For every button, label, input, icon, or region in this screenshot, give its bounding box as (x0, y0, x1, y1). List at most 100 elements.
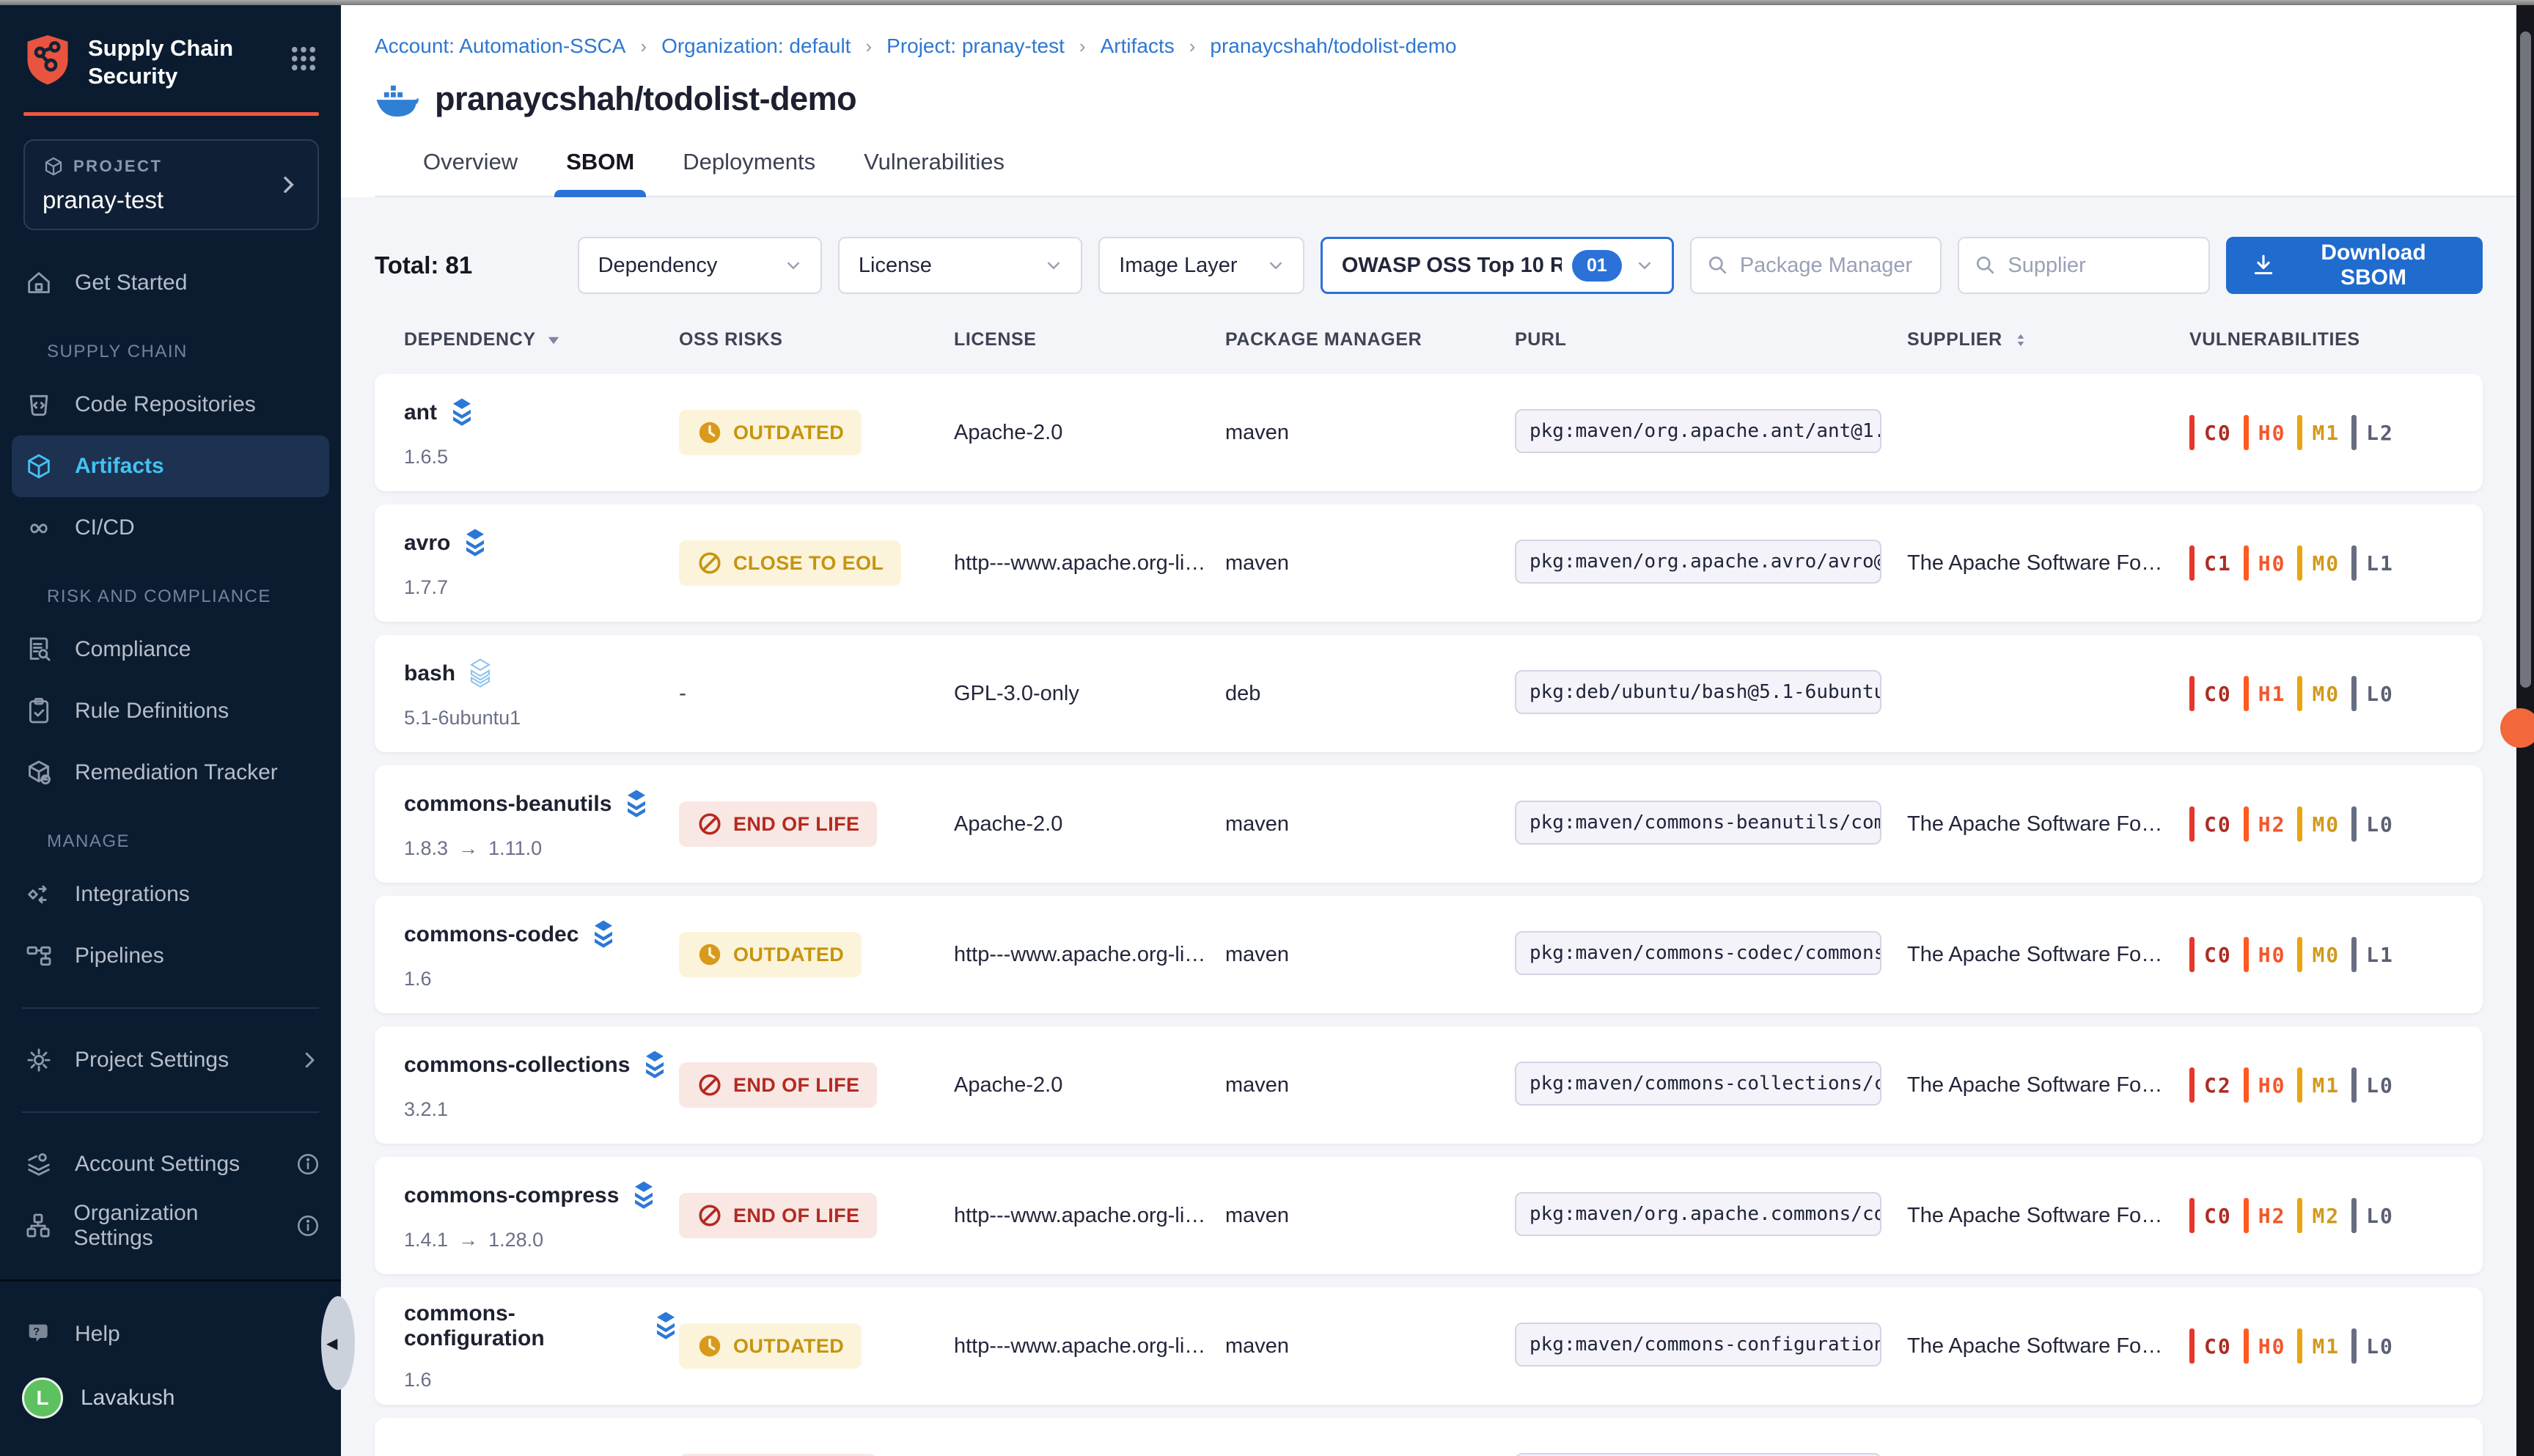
dependency-filter-select[interactable]: Dependency (578, 237, 822, 294)
table-row-commons-configuration[interactable]: commons-configuration1.6OUTDATEDhttp---w… (375, 1287, 2483, 1405)
total-count: Total: 81 (375, 251, 578, 279)
vulnerability-counts: C0H0M1L0 (2189, 1328, 2453, 1364)
cicd-icon (22, 513, 56, 543)
table-row-commons-fileupload[interactable]: commons-fileuploadEND OF LIFEApache-2.0m… (375, 1418, 2483, 1456)
image-layer-filter-select[interactable]: Image Layer (1098, 237, 1304, 294)
table-row-avro[interactable]: avro1.7.7CLOSE TO EOLhttp---www.apache.o… (375, 504, 2483, 622)
oss-risk-cell: OUTDATED (679, 932, 954, 977)
sidebar-item-label: Artifacts (75, 454, 164, 479)
dependency-name[interactable]: commons-beanutils (404, 792, 612, 817)
severity-label: M1 (2312, 421, 2340, 445)
version-upgrade-arrow-icon: → (458, 1229, 478, 1251)
oss-risk-label: OUTDATED (733, 1335, 844, 1358)
package-manager: maven (1225, 1073, 1515, 1097)
sidebar-collapse-handle[interactable]: ◀ (321, 1296, 355, 1390)
oss-risk-label: OUTDATED (733, 422, 844, 444)
search-icon (1706, 254, 1730, 277)
package-manager-search-input[interactable] (1740, 254, 1926, 278)
breadcrumb-current[interactable]: pranaycshah/todolist-demo (1210, 34, 1456, 58)
sidebar-item-label: Rule Definitions (75, 699, 229, 724)
tab-overview[interactable]: Overview (423, 149, 518, 196)
severity-bar (2351, 676, 2357, 711)
dependency-name[interactable]: commons-configuration (404, 1301, 641, 1351)
breadcrumb-separator: › (1189, 35, 1196, 58)
purl-chip[interactable]: pkg:maven/org.apache.commons/com… (1515, 1192, 1881, 1236)
severity-bar (2297, 545, 2302, 581)
breadcrumb-project[interactable]: Project: pranay-test (886, 34, 1065, 58)
purl-chip[interactable]: pkg:maven/commons-fileupload/comm… (1515, 1453, 1881, 1456)
module-grid-icon[interactable] (288, 33, 319, 74)
supplier-search-input[interactable] (2008, 254, 2194, 278)
dependency-name[interactable]: commons-codec (404, 922, 579, 947)
severity-l-count: L0 (2351, 1067, 2406, 1103)
project-selector[interactable]: PROJECT pranay-test (23, 139, 319, 230)
sidebar-item-account-settings[interactable]: Account Settings (0, 1133, 341, 1195)
severity-bar (2244, 676, 2249, 711)
table-row-bash[interactable]: bash5.1-6ubuntu1-GPL-3.0-onlydebpkg:deb/… (375, 635, 2483, 752)
dependency-name[interactable]: ant (404, 400, 437, 425)
license-filter-select[interactable]: License (838, 237, 1082, 294)
column-supplier[interactable]: SUPPLIER (1907, 329, 2189, 350)
purl-chip[interactable]: pkg:maven/commons-collections/co… (1515, 1062, 1881, 1106)
sidebar-item-artifacts[interactable]: Artifacts (12, 435, 329, 497)
ban-circle-icon (697, 1072, 723, 1098)
purl-chip[interactable]: pkg:maven/commons-configuration/… (1515, 1323, 1881, 1367)
sidebar-item-get-started[interactable]: Get Started (0, 252, 341, 314)
user-menu[interactable]: L Lavakush (0, 1365, 341, 1431)
table-row-commons-codec[interactable]: commons-codec1.6OUTDATEDhttp---www.apach… (375, 896, 2483, 1013)
download-sbom-button[interactable]: Download SBOM (2226, 237, 2483, 294)
sidebar-item-project-settings[interactable]: Project Settings (0, 1029, 341, 1091)
purl-cell: pkg:deb/ubuntu/bash@5.1-6ubuntu1 (1515, 670, 1907, 718)
severity-label: H0 (2258, 551, 2286, 576)
compliance-icon (22, 635, 56, 664)
severity-bar (2351, 806, 2357, 842)
oss-risk-cell: END OF LIFE (679, 1062, 954, 1108)
sidebar-item-compliance[interactable]: Compliance (0, 619, 341, 680)
sidebar-item-code-repositories[interactable]: Code Repositories (0, 374, 341, 435)
sidebar-item-help[interactable]: ? Help (0, 1304, 341, 1365)
scrollbar-thumb[interactable] (2520, 32, 2531, 688)
purl-chip[interactable]: pkg:maven/org.apache.avro/avro@1… (1515, 540, 1881, 584)
dependency-name[interactable]: bash (404, 661, 455, 686)
breadcrumb-separator: › (640, 35, 647, 58)
layers-icon (642, 1050, 668, 1081)
tab-sbom[interactable]: SBOM (566, 149, 634, 196)
table-row-commons-beanutils[interactable]: commons-beanutils1.8.3→1.11.0END OF LIFE… (375, 765, 2483, 883)
severity-label: M0 (2312, 812, 2340, 837)
sidebar-item-label: Integrations (75, 882, 190, 907)
sidebar-item-label: Code Repositories (75, 392, 256, 417)
info-icon[interactable] (295, 1152, 320, 1177)
table-row-commons-compress[interactable]: commons-compress1.4.1→1.28.0END OF LIFEh… (375, 1157, 2483, 1274)
sidebar-item-organization-settings[interactable]: Organization Settings (0, 1195, 341, 1257)
dependency-cell: bash5.1-6ubuntu1 (404, 658, 679, 729)
purl-chip[interactable]: pkg:maven/commons-codec/commons-… (1515, 931, 1881, 975)
sidebar-item-pipelines[interactable]: Pipelines (0, 925, 341, 987)
vulnerability-counts: C0H1M0L0 (2189, 676, 2453, 711)
purl-chip[interactable]: pkg:maven/commons-beanutils/comm… (1515, 801, 1881, 845)
severity-c-count: C0 (2189, 415, 2244, 450)
dependency-name[interactable]: avro (404, 531, 450, 556)
breadcrumb-account[interactable]: Account: Automation-SSCA (375, 34, 625, 58)
breadcrumb-organization[interactable]: Organization: default (661, 34, 851, 58)
sidebar-item-rule-definitions[interactable]: Rule Definitions (0, 680, 341, 742)
owasp-risks-filter-select[interactable]: OWASP OSS Top 10 Risks 01 (1321, 237, 1674, 294)
severity-bar (2351, 415, 2357, 450)
table-row-ant[interactable]: ant1.6.5OUTDATEDApache-2.0mavenpkg:maven… (375, 374, 2483, 491)
sort-descending-icon (545, 331, 562, 349)
tab-deployments[interactable]: Deployments (683, 149, 815, 196)
purl-chip[interactable]: pkg:maven/org.apache.ant/ant@1.6… (1515, 409, 1881, 453)
info-icon[interactable] (295, 1213, 320, 1238)
tab-vulnerabilities[interactable]: Vulnerabilities (864, 149, 1005, 196)
floating-widget-dot[interactable] (2500, 708, 2534, 748)
purl-chip[interactable]: pkg:deb/ubuntu/bash@5.1-6ubuntu1 (1515, 670, 1881, 714)
sidebar-item-integrations[interactable]: Integrations (0, 864, 341, 925)
severity-h-count: H0 (2244, 937, 2298, 972)
sidebar-item-ci-cd[interactable]: CI/CD (0, 497, 341, 559)
dependency-name[interactable]: commons-collections (404, 1053, 630, 1078)
breadcrumb-artifacts[interactable]: Artifacts (1101, 34, 1175, 58)
severity-bar (2351, 545, 2357, 581)
column-dependency[interactable]: DEPENDENCY (404, 329, 679, 350)
sidebar-item-remediation-tracker[interactable]: Remediation Tracker (0, 742, 341, 804)
table-row-commons-collections[interactable]: commons-collections3.2.1END OF LIFEApach… (375, 1026, 2483, 1144)
dependency-name[interactable]: commons-compress (404, 1183, 619, 1208)
